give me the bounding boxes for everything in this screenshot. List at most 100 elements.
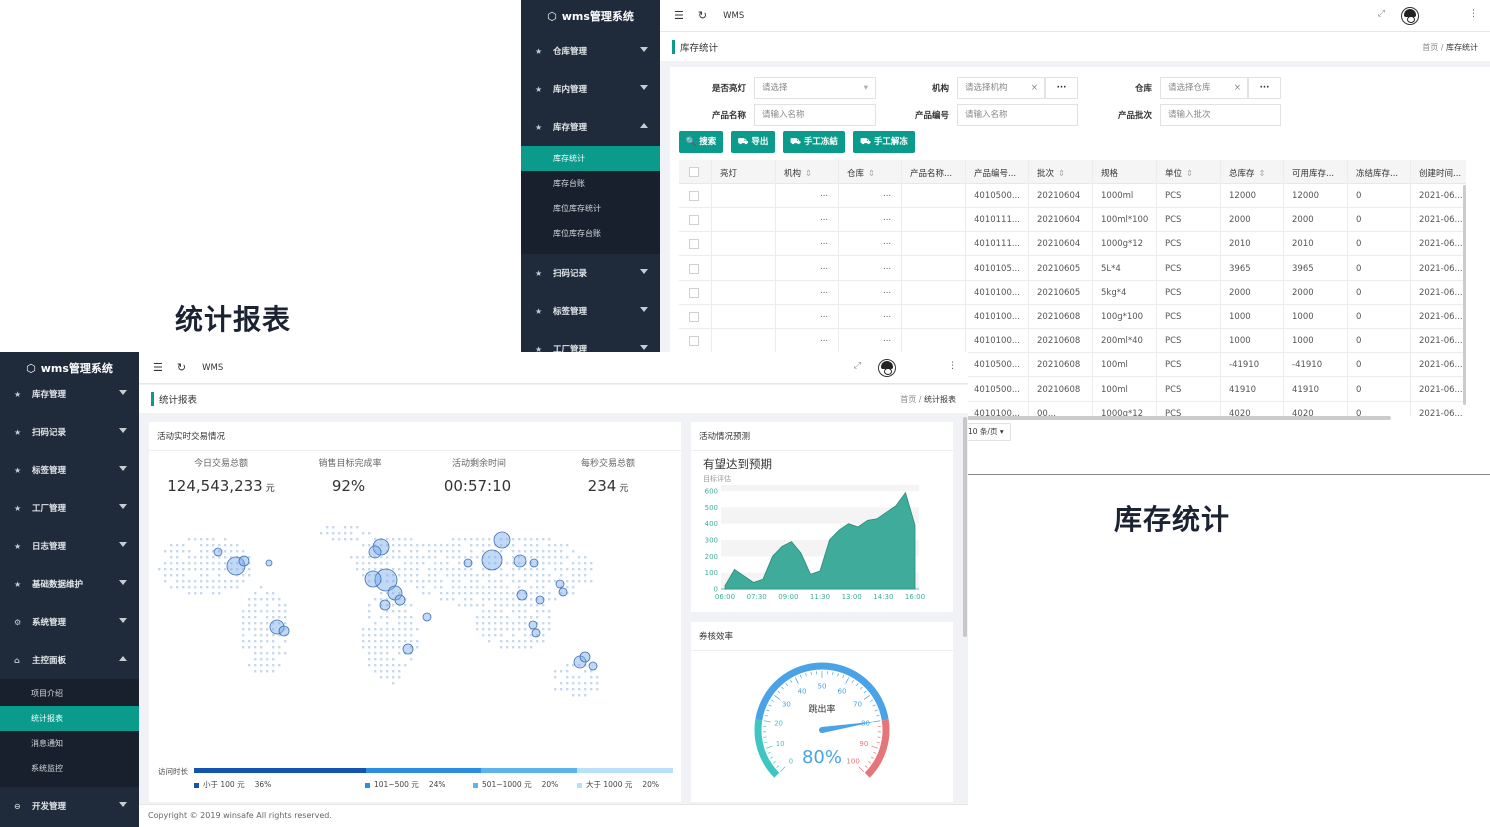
row-checkbox[interactable] (689, 336, 699, 347)
column-header[interactable]: 可用库存... (1292, 167, 1346, 179)
nav-group[interactable]: ⌂ 主控面板 (0, 641, 139, 679)
map-bubble[interactable] (558, 587, 568, 597)
map-bubble[interactable] (579, 651, 591, 663)
breadcrumb-home[interactable]: 首页 (1422, 43, 1438, 52)
column-header[interactable]: 产品编号... (974, 167, 1027, 179)
map-bubble[interactable] (368, 545, 382, 559)
more-vertical-icon[interactable]: ⋮ (1469, 9, 1478, 19)
column-header[interactable]: 冻结库存... (1356, 167, 1409, 179)
column-header[interactable]: 规格 (1101, 167, 1155, 179)
submenu-item[interactable]: 库位库存统计 (521, 196, 660, 221)
nav-group[interactable]: ⚙ 系统管理 (0, 603, 139, 641)
submenu-item[interactable]: 库存统计 (521, 146, 660, 171)
map-bubble[interactable] (213, 547, 223, 557)
breadcrumb-home[interactable]: 首页 (900, 395, 916, 404)
freeze-button[interactable]: ⛟ 手工冻結 (783, 131, 845, 153)
inv-top-title[interactable]: WMS (723, 11, 744, 21)
avatar[interactable] (1401, 7, 1419, 25)
map-bubble[interactable] (493, 531, 511, 549)
table-row[interactable]: ...... 4010100... 20210608 200ml*40 PCS 1000 1… (679, 329, 1466, 354)
light-select[interactable]: 请选择 ▾ (754, 77, 876, 99)
column-header[interactable]: 单位 ⇕ (1165, 167, 1219, 179)
batch-input[interactable]: 请输入批次 (1160, 104, 1281, 126)
map-bubble[interactable] (379, 599, 391, 611)
table-row[interactable]: ...... 4010111... 20210604 1000g*12 PCS 2010 2… (679, 232, 1466, 257)
map-bubble[interactable] (463, 558, 473, 568)
wh-field[interactable]: 请选择仓库 × (1160, 77, 1248, 99)
table-row[interactable]: ...... 4010100... 20210608 100g*100 PCS 1000 1… (679, 305, 1466, 329)
column-header[interactable]: 批次 ⇕ (1037, 167, 1091, 179)
map-bubble[interactable] (513, 554, 527, 568)
refresh-icon[interactable]: ↻ (177, 361, 186, 374)
submenu-item[interactable]: 消息通知 (0, 731, 139, 756)
submenu-item[interactable]: 统计报表 (0, 706, 139, 731)
menu-toggle-icon[interactable]: ☰ (153, 361, 163, 374)
column-header[interactable]: 总库存 ⇕ (1229, 167, 1282, 179)
nav-group[interactable]: ★ 标签管理 (0, 451, 139, 489)
nav-group[interactable]: ★ 库存管理 (521, 108, 660, 146)
map-bubble[interactable] (555, 579, 565, 589)
legend-item[interactable]: 大于 1000 元 20% (577, 779, 659, 790)
nav-group[interactable]: ★ 标签管理 (521, 292, 660, 330)
legend-item[interactable]: 501~1000 元 20% (473, 779, 558, 790)
nav-group[interactable]: ★ 库存管理 (0, 375, 139, 413)
world-dot-map[interactable] (154, 510, 674, 755)
column-header[interactable]: 仓库 ⇕ (847, 167, 900, 179)
unfreeze-button[interactable]: ⛟ 手工解冻 (853, 131, 915, 153)
refresh-icon[interactable]: ↻ (698, 9, 707, 22)
map-bubble[interactable] (364, 570, 382, 588)
table-row[interactable]: ...... 4010105... 20210605 5L*4 PCS 3965 3965 0… (679, 257, 1466, 281)
menu-toggle-icon[interactable]: ☰ (674, 9, 684, 22)
more-vertical-icon[interactable]: ⋮ (948, 361, 957, 371)
clear-icon[interactable]: × (1031, 78, 1038, 98)
table-row[interactable]: ...... 4010500... 20210604 1000ml PCS 12000 12… (679, 184, 1466, 208)
row-checkbox[interactable] (689, 191, 699, 201)
row-checkbox[interactable] (689, 287, 699, 298)
map-bubble[interactable] (535, 595, 545, 605)
table-row[interactable]: ...... 4010100... 20210605 5kg*4 PCS 2000 2000… (679, 281, 1466, 305)
select-all-checkbox[interactable] (689, 167, 699, 177)
fullscreen-icon[interactable]: ⤢ (854, 361, 861, 371)
map-bubble[interactable] (529, 558, 539, 568)
column-header[interactable]: 创建时间... (1419, 167, 1466, 179)
org-more-button[interactable]: ··· (1045, 77, 1078, 99)
map-bubble[interactable] (528, 620, 538, 630)
map-bubble[interactable] (531, 628, 541, 638)
org-field[interactable]: 请选择机构 × (957, 77, 1045, 99)
avatar[interactable] (878, 359, 896, 377)
clear-icon[interactable]: × (1234, 78, 1241, 98)
wh-more-button[interactable]: ··· (1248, 77, 1281, 99)
nav-group[interactable]: ⊖ 开发管理 (0, 787, 139, 825)
submenu-item[interactable]: 项目介绍 (0, 681, 139, 706)
search-button[interactable]: 🔍 搜索 (679, 131, 723, 153)
row-checkbox[interactable] (689, 239, 699, 250)
map-bubble[interactable] (588, 661, 598, 671)
code-input[interactable]: 请输入名称 (957, 104, 1078, 126)
v-scrollbar[interactable] (963, 417, 967, 637)
submenu-item[interactable]: 库位库存台账 (521, 221, 660, 246)
column-header[interactable]: 亮灯 (720, 167, 774, 179)
map-bubble[interactable] (238, 555, 250, 567)
export-button[interactable]: ⛟ 导出 (731, 131, 775, 153)
rep-top-title[interactable]: WMS (202, 363, 223, 373)
table-row[interactable]: ...... 4010111... 20210604 100ml*100 PCS 2000… (679, 208, 1466, 233)
map-bubble[interactable] (481, 549, 503, 571)
submenu-item[interactable]: 库存台账 (521, 171, 660, 196)
column-header[interactable]: 机构 ⇕ (784, 167, 837, 179)
row-checkbox[interactable] (689, 263, 699, 274)
submenu-item[interactable]: 系统监控 (0, 756, 139, 781)
row-checkbox[interactable] (689, 312, 699, 322)
legend-item[interactable]: 小于 100 元 36% (194, 779, 271, 790)
nav-group[interactable]: ★ 日志管理 (0, 527, 139, 565)
map-bubble[interactable] (278, 625, 290, 637)
legend-item[interactable]: 101~500 元 24% (365, 779, 445, 790)
forecast-area-chart[interactable]: 010020030040050060006:00 07:30 09:00 11:30 1… (695, 485, 945, 607)
nav-group[interactable]: ★ 扫码记录 (521, 254, 660, 292)
nav-group[interactable]: ★ 工厂管理 (0, 489, 139, 527)
v-scrollbar[interactable] (1463, 185, 1466, 405)
nav-group[interactable]: ★ 基础数据维护 (0, 565, 139, 603)
map-bubble[interactable] (516, 589, 528, 601)
fullscreen-icon[interactable]: ⤢ (1378, 9, 1385, 19)
name-input[interactable]: 请输入名称 (754, 104, 876, 126)
row-checkbox[interactable] (689, 215, 699, 226)
